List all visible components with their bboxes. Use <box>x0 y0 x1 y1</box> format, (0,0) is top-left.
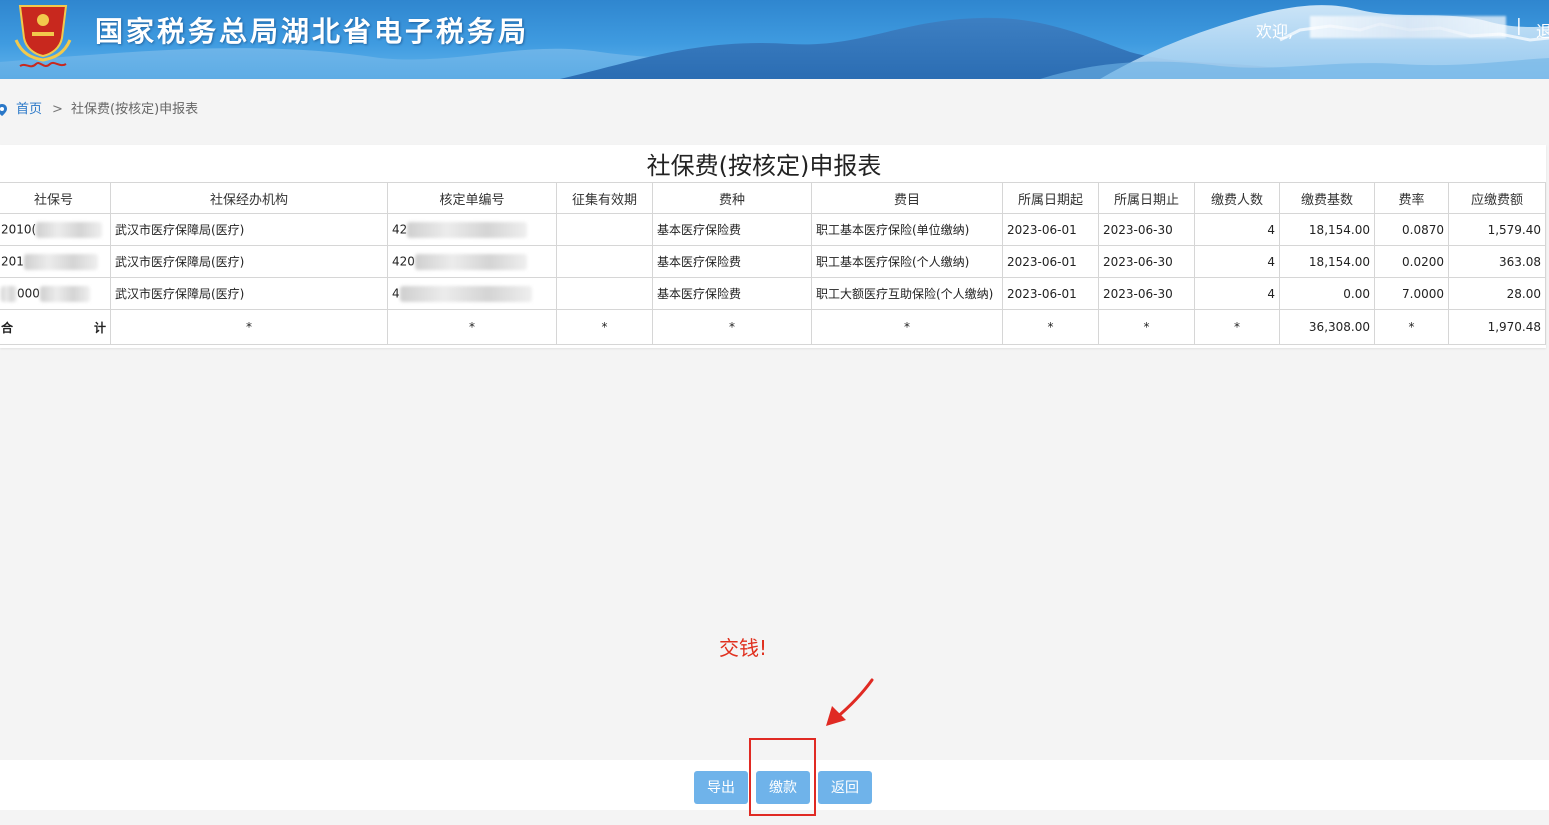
column-header: 费率 <box>1374 182 1449 214</box>
total-star-cell: * <box>652 309 812 345</box>
base-cell: 18,154.00 <box>1279 245 1375 278</box>
column-header: 应缴费额 <box>1448 182 1546 214</box>
total-star-cell: * <box>110 309 388 345</box>
column-header: 缴费基数 <box>1279 182 1375 214</box>
column-header: 所属日期起 <box>1002 182 1099 214</box>
fee-type-cell: 基本医疗保险费 <box>652 245 812 278</box>
ssn-prefix: 000 <box>17 286 40 300</box>
column-header: 征集有效期 <box>556 182 653 214</box>
breadcrumb-current: 社保费(按核定)申报表 <box>71 102 199 117</box>
ssn-prefix: 2010( <box>1 222 37 236</box>
validity-cell <box>556 277 653 310</box>
total-label-right: 计 <box>93 320 106 335</box>
username-redacted <box>1310 16 1506 38</box>
date-end-cell: 2023-06-30 <box>1098 277 1195 310</box>
redacted-value <box>399 285 532 302</box>
ssn-prefix: 201 <box>1 254 24 268</box>
order-cell: 420 <box>387 245 557 278</box>
column-header: 费种 <box>652 182 812 214</box>
fee-item-cell: 职工基本医疗保险(个人缴纳) <box>811 245 1003 278</box>
fee-item-cell: 职工基本医疗保险(单位缴纳) <box>811 213 1003 246</box>
order-prefix: 42 <box>392 222 408 236</box>
redacted-value <box>414 253 527 270</box>
base-cell: 0.00 <box>1279 277 1375 310</box>
back-button[interactable]: 返回 <box>818 771 872 804</box>
agency-cell: 武汉市医疗保障局(医疗) <box>110 213 388 246</box>
base-cell: 18,154.00 <box>1279 213 1375 246</box>
site-title: 国家税务总局湖北省电子税务局 <box>95 15 530 48</box>
column-header: 缴费人数 <box>1194 182 1280 214</box>
redacted-value <box>36 221 103 238</box>
annotation-highlight-box <box>749 738 816 816</box>
total-label-cell: 合计 <box>0 309 111 345</box>
total-amount-cell: 1,970.48 <box>1448 309 1546 345</box>
redacted-value <box>39 285 90 302</box>
column-header: 社保号 <box>0 182 111 214</box>
tax-emblem-logo <box>14 5 72 68</box>
table-row: 000 武汉市医疗保障局(医疗) 4 基本医疗保险费 职工大额医疗互助保险(个人… <box>0 277 1546 310</box>
headcount-cell: 4 <box>1194 245 1280 278</box>
ssn-cell: 201 <box>0 245 111 278</box>
column-header: 社保经办机构 <box>110 182 388 214</box>
total-star-cell: * <box>1194 309 1280 345</box>
total-star-cell: * <box>387 309 557 345</box>
amount-cell: 1,579.40 <box>1448 213 1546 246</box>
annotation-arrow-icon <box>826 678 874 726</box>
header-separator: | <box>1516 16 1522 36</box>
column-header: 所属日期止 <box>1098 182 1195 214</box>
date-end-cell: 2023-06-30 <box>1098 245 1195 278</box>
order-cell: 42 <box>387 213 557 246</box>
total-star-cell: * <box>556 309 653 345</box>
date-end-cell: 2023-06-30 <box>1098 213 1195 246</box>
headcount-cell: 4 <box>1194 213 1280 246</box>
report-title: 社保费(按核定)申报表 <box>646 152 882 180</box>
order-prefix: 420 <box>392 254 415 268</box>
amount-cell: 28.00 <box>1448 277 1546 310</box>
date-start-cell: 2023-06-01 <box>1002 277 1099 310</box>
table-row: 2010( 武汉市医疗保障局(医疗) 42 基本医疗保险费 职工基本医疗保险(单… <box>0 213 1546 246</box>
column-header: 费目 <box>811 182 1003 214</box>
rate-cell: 0.0200 <box>1374 245 1449 278</box>
report-table: 社保号 社保经办机构 核定单编号 征集有效期 费种 费目 所属日期起 所属日期止… <box>0 182 1546 345</box>
total-star-cell: * <box>1002 309 1099 345</box>
order-prefix: 4 <box>392 286 400 300</box>
redacted-value <box>1 285 17 302</box>
order-cell: 4 <box>387 277 557 310</box>
amount-cell: 363.08 <box>1448 245 1546 278</box>
header-banner: 国家税务总局湖北省电子税务局 欢迎, | 退 <box>0 0 1549 79</box>
breadcrumb-separator: > <box>52 102 63 117</box>
total-row: 合计 * * * * * * * * 36,308.00 * 1,970.48 <box>0 309 1546 345</box>
ssn-cell: 2010( <box>0 213 111 246</box>
headcount-cell: 4 <box>1194 277 1280 310</box>
agency-cell: 武汉市医疗保障局(医疗) <box>110 245 388 278</box>
fee-item-cell: 职工大额医疗互助保险(个人缴纳) <box>811 277 1003 310</box>
total-label-left: 合 <box>1 320 14 335</box>
total-star-cell: * <box>811 309 1003 345</box>
redacted-value <box>23 253 98 270</box>
total-star-cell: * <box>1374 309 1449 345</box>
export-button[interactable]: 导出 <box>694 771 748 804</box>
validity-cell <box>556 213 653 246</box>
rate-cell: 7.0000 <box>1374 277 1449 310</box>
ssn-cell: 000 <box>0 277 111 310</box>
location-pin-icon <box>0 104 7 116</box>
breadcrumb-home-link[interactable]: 首页 <box>16 101 42 119</box>
date-start-cell: 2023-06-01 <box>1002 213 1099 246</box>
table-row: 201 武汉市医疗保障局(医疗) 420 基本医疗保险费 职工基本医疗保险(个人… <box>0 245 1546 278</box>
total-base-cell: 36,308.00 <box>1279 309 1375 345</box>
annotation-text: 交钱! <box>719 636 768 660</box>
redacted-value <box>407 221 528 238</box>
report-panel: 社保费(按核定)申报表 社保号 社保经办机构 核定单编号 征集有效期 费种 费目… <box>0 145 1546 348</box>
welcome-text: 欢迎, <box>1256 22 1294 41</box>
date-start-cell: 2023-06-01 <box>1002 245 1099 278</box>
fee-type-cell: 基本医疗保险费 <box>652 277 812 310</box>
validity-cell <box>556 245 653 278</box>
rate-cell: 0.0870 <box>1374 213 1449 246</box>
total-star-cell: * <box>1098 309 1195 345</box>
fee-type-cell: 基本医疗保险费 <box>652 213 812 246</box>
logout-link[interactable]: 退 <box>1536 18 1549 42</box>
table-header-row: 社保号 社保经办机构 核定单编号 征集有效期 费种 费目 所属日期起 所属日期止… <box>0 182 1546 214</box>
column-header: 核定单编号 <box>387 182 557 214</box>
agency-cell: 武汉市医疗保障局(医疗) <box>110 277 388 310</box>
